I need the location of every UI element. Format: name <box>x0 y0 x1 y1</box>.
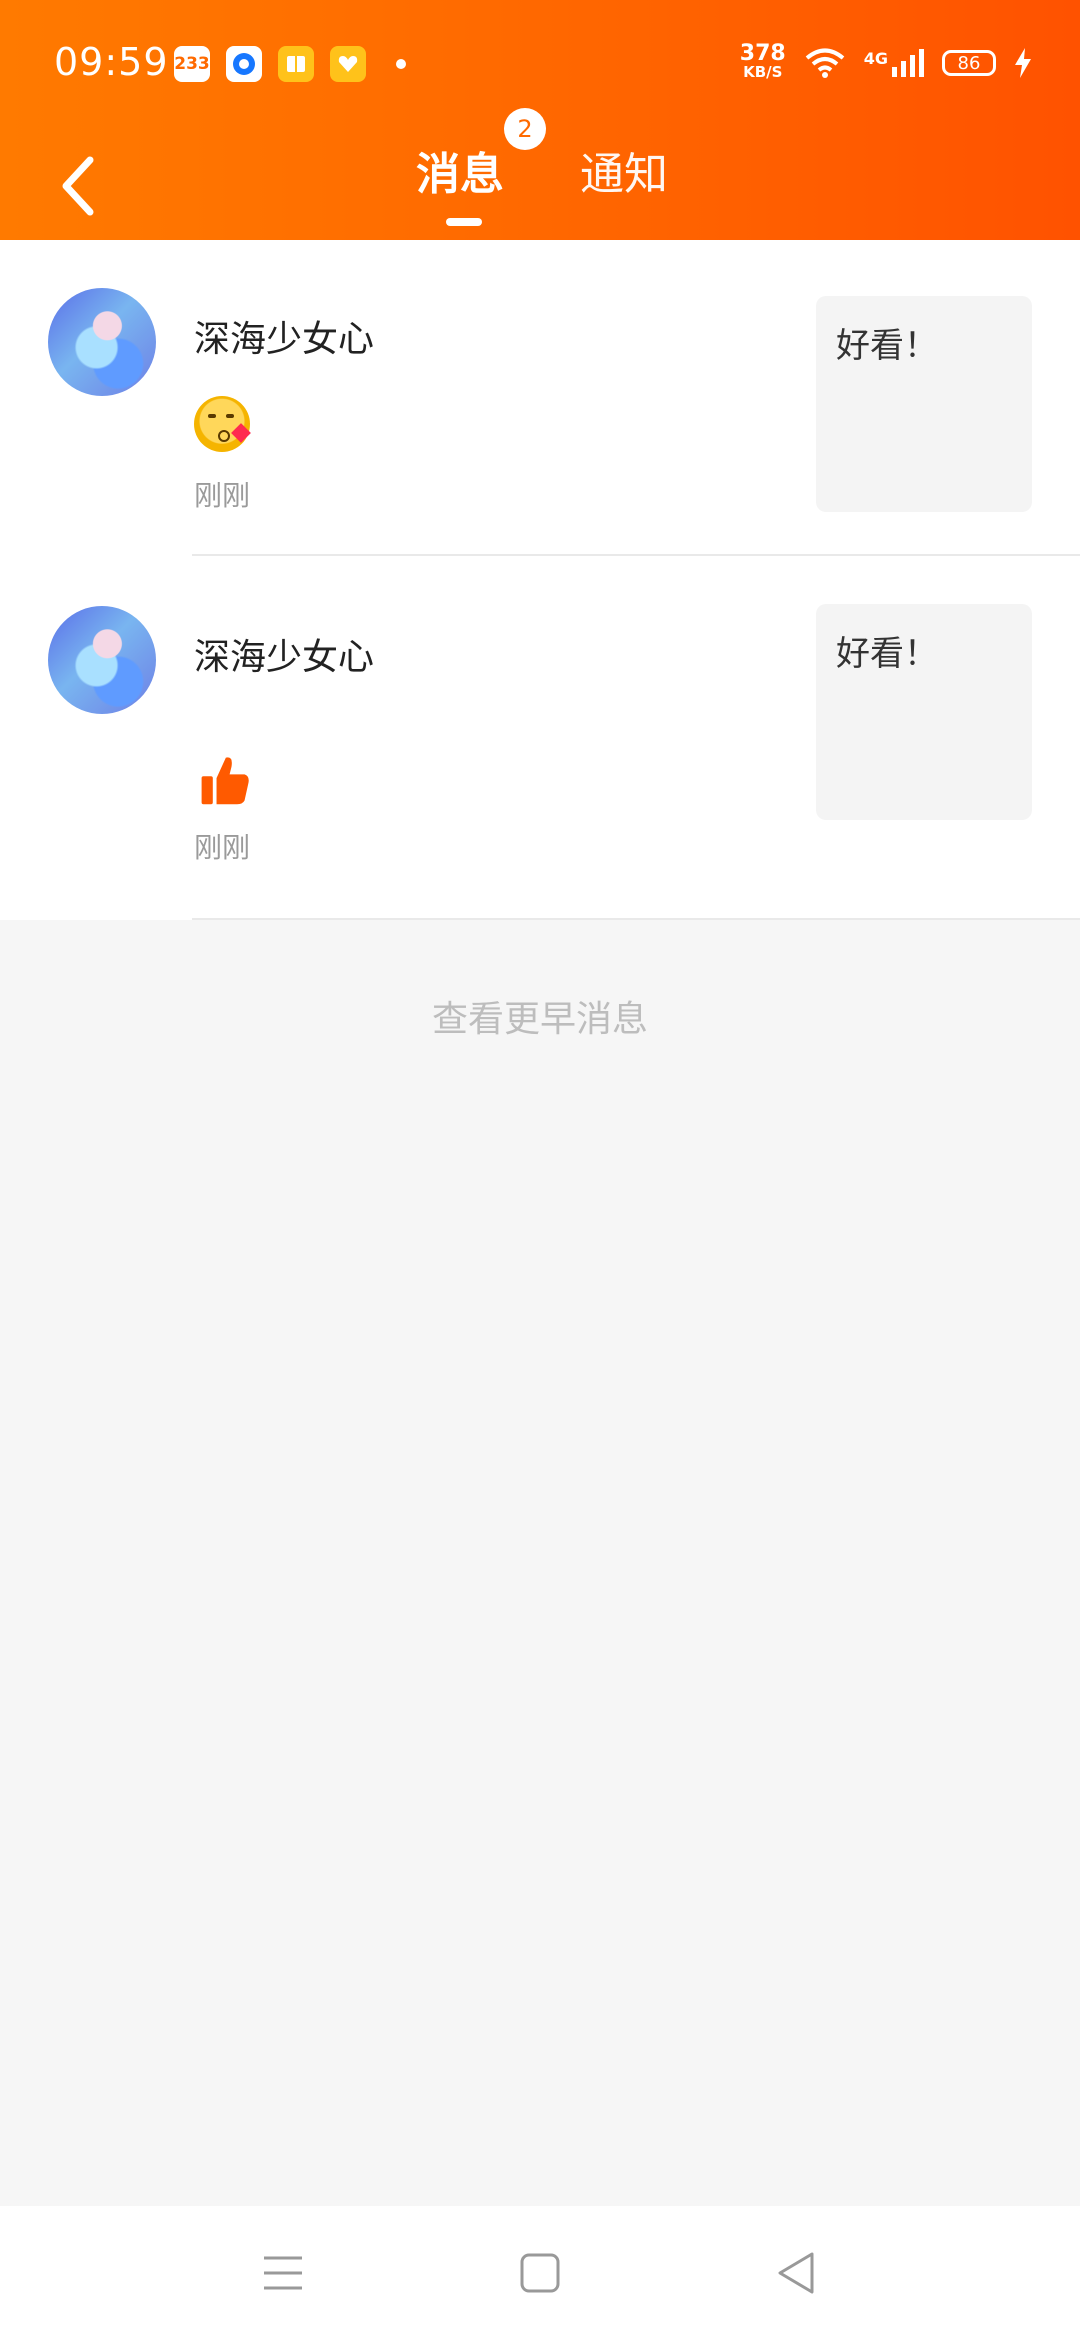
net-speed: 378 KB/S <box>739 41 786 82</box>
thumbs-up-icon <box>201 757 249 805</box>
list-item[interactable]: 深海少女心 刚刚 好看！ <box>0 240 1080 556</box>
avatar[interactable] <box>48 288 156 396</box>
list-item[interactable]: 深海少女心 刚刚 好看！ <box>0 556 1080 920</box>
username[interactable]: 深海少女心 <box>194 310 374 362</box>
header: 09:59 233 378 KB/S 4G 86 消息 2 通知 <box>0 0 1080 240</box>
timestamp: 刚刚 <box>194 479 251 512</box>
tab-bar: 消息 2 通知 <box>0 108 1080 240</box>
heart-app-icon <box>330 46 366 82</box>
home-icon[interactable] <box>513 2246 567 2300</box>
top-nav: 消息 2 通知 <box>0 108 1080 240</box>
charging-bolt-icon <box>1015 48 1031 78</box>
notification-icons: 233 <box>174 46 406 82</box>
view-earlier-messages-link[interactable]: 查看更早消息 <box>0 990 1080 1042</box>
timestamp: 刚刚 <box>194 831 251 864</box>
tab-notifications[interactable]: 通知 <box>580 138 668 202</box>
signal-4g-icon: 4G <box>864 49 924 77</box>
battery-icon: 86 <box>942 50 996 76</box>
username[interactable]: 深海少女心 <box>194 628 374 680</box>
system-navigation-bar <box>0 2206 1080 2340</box>
tab-messages[interactable]: 消息 <box>416 138 504 202</box>
status-time: 09:59 <box>54 40 169 84</box>
active-tab-indicator <box>446 218 482 226</box>
preview-thumbnail[interactable]: 好看！ <box>816 604 1032 820</box>
unread-badge: 2 <box>504 108 546 150</box>
back-triangle-icon[interactable] <box>770 2246 824 2300</box>
preview-thumbnail[interactable]: 好看！ <box>816 296 1032 512</box>
preview-text: 好看！ <box>836 326 938 366</box>
status-bar: 09:59 233 378 KB/S 4G 86 <box>0 0 1080 130</box>
app-233-icon: 233 <box>174 46 210 82</box>
book-app-icon <box>278 46 314 82</box>
divider <box>192 918 1080 920</box>
system-indicators: 378 KB/S 4G 86 <box>739 41 1032 82</box>
preview-text: 好看！ <box>836 634 938 674</box>
avatar[interactable] <box>48 606 156 714</box>
message-list: 深海少女心 刚刚 好看！ 深海少女心 刚刚 好看！ <box>0 240 1080 920</box>
kiss-emoji-icon <box>194 396 251 452</box>
circle-app-icon <box>226 46 262 82</box>
recent-apps-icon[interactable] <box>256 2246 310 2300</box>
wifi-icon <box>805 48 845 78</box>
more-notifications-dot-icon <box>396 59 406 69</box>
